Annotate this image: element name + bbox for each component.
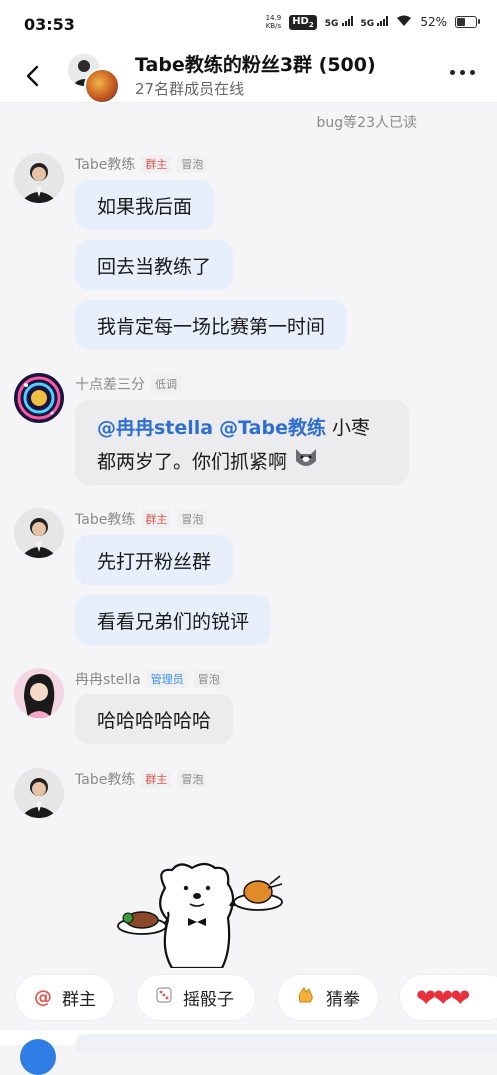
voice-button[interactable] (20, 1039, 56, 1075)
status-icons: 14.9 KB/s HD2 5G 5G 52% (265, 14, 480, 30)
status-time: 03:53 (24, 15, 75, 34)
astronaut-avatar-icon (14, 373, 64, 423)
quick-reply-rps[interactable]: 猜拳 (278, 975, 378, 1020)
person-avatar-icon (14, 508, 64, 558)
quick-reply-hearts[interactable]: ❤❤❤ (400, 975, 497, 1020)
admin-tag: 管理员 (146, 670, 188, 688)
chevron-left-icon (26, 65, 39, 87)
avatar[interactable] (14, 373, 64, 423)
quick-reply-dice[interactable]: 摇骰子 (137, 975, 255, 1020)
quick-reply-mention-owner[interactable]: @ 群主 (16, 975, 114, 1020)
owner-tag: 群主 (141, 770, 172, 788)
signal-1-icon: 5G (325, 15, 353, 29)
message-bubble[interactable]: 哈哈哈哈哈哈 (75, 694, 234, 744)
battery-icon (455, 16, 480, 28)
message-text: 都两岁了。你们抓紧啊 (97, 451, 288, 473)
activity-tag: 冒泡 (193, 670, 224, 688)
mention-link[interactable]: @Tabe教练 (219, 417, 326, 439)
sender-name[interactable]: Tabe教练 (75, 769, 135, 789)
sender-name[interactable]: 冉冉stella (75, 669, 141, 689)
status-bar: 03:53 14.9 KB/s HD2 5G 5G 52% (0, 0, 497, 50)
avatar[interactable] (14, 153, 64, 203)
group-avatar[interactable] (66, 52, 122, 104)
message-bubble[interactable]: 先打开粉丝群 (75, 535, 234, 585)
at-icon: @ (34, 987, 52, 1008)
avatar[interactable] (14, 668, 64, 718)
sender-row: Tabe教练 群主 冒泡 (75, 154, 208, 174)
message-bubble[interactable]: 如果我后面 (75, 180, 215, 230)
husky-emoji-icon (293, 445, 319, 480)
dice-icon (155, 986, 173, 1009)
message-input[interactable] (75, 1034, 497, 1054)
avatar[interactable] (14, 768, 64, 818)
message-bubble[interactable]: 我肯定每一场比赛第一时间 (75, 300, 348, 350)
activity-tag: 低调 (151, 375, 181, 393)
bear-waiter-sticker[interactable] (110, 858, 290, 970)
message-bubble[interactable]: 看看兄弟们的锐评 (75, 595, 272, 645)
battery-percent: 52% (420, 15, 447, 29)
activity-tag: 冒泡 (177, 770, 208, 788)
person-avatar-icon (14, 768, 64, 818)
woman-avatar-icon (14, 668, 64, 718)
signal-2-icon: 5G (361, 15, 389, 29)
online-count: 27名群成员在线 (135, 80, 245, 98)
hand-icon (296, 986, 316, 1009)
sender-name[interactable]: Tabe教练 (75, 509, 135, 529)
sender-name[interactable]: Tabe教练 (75, 154, 135, 174)
message-text: 小枣 (326, 417, 371, 439)
message-bubble[interactable]: 回去当教练了 (75, 240, 234, 290)
quick-reply-label: 猜拳 (326, 990, 360, 1010)
quick-reply-label: 摇骰子 (183, 990, 234, 1010)
mention-link[interactable]: @冉冉stella (97, 417, 213, 439)
hd-icon: HD2 (289, 14, 317, 30)
sender-row: Tabe教练 群主 冒泡 (75, 769, 208, 789)
group-title[interactable]: Tabe教练的粉丝3群 (500) (135, 50, 376, 77)
more-button[interactable] (450, 70, 475, 75)
member-avatar-2 (84, 68, 120, 104)
read-receipt[interactable]: bug等23人已读 (317, 112, 417, 132)
sender-row: 十点差三分 低调 (75, 374, 181, 394)
person-avatar-icon (14, 153, 64, 203)
avatar[interactable] (14, 508, 64, 558)
sender-name[interactable]: 十点差三分 (75, 374, 145, 394)
network-speed: 14.9 KB/s (265, 14, 282, 30)
chat-header: Tabe教练的粉丝3群 (500) 27名群成员在线 (0, 50, 497, 104)
activity-tag: 冒泡 (177, 155, 208, 173)
activity-tag: 冒泡 (177, 510, 208, 528)
sender-row: 冉冉stella 管理员 冒泡 (75, 669, 224, 689)
owner-tag: 群主 (141, 155, 172, 173)
hearts-icon: ❤❤❤ (416, 983, 470, 1012)
wifi-icon (396, 15, 412, 30)
owner-tag: 群主 (141, 510, 172, 528)
quick-reply-label: 群主 (62, 990, 96, 1010)
back-button[interactable] (20, 62, 48, 90)
sender-row: Tabe教练 群主 冒泡 (75, 509, 208, 529)
message-bubble[interactable]: @冉冉stella @Tabe教练 小枣 都两岁了。你们抓紧啊 (75, 400, 409, 485)
